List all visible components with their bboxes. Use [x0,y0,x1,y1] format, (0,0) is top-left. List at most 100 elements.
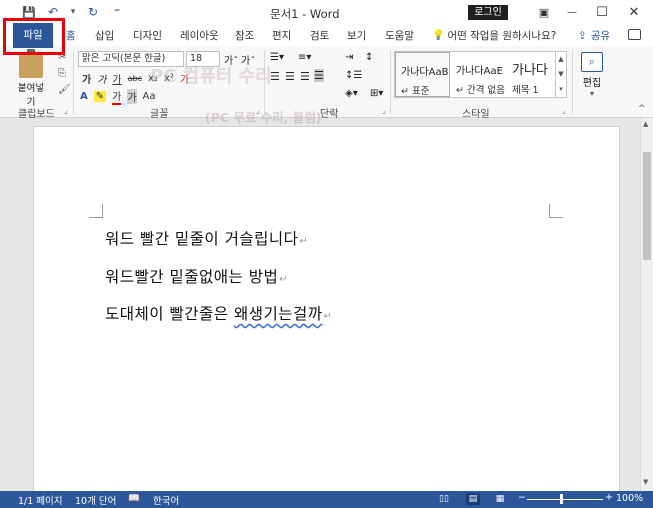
ribbon-tabs: 홈 삽입 디자인 레이아웃 참조 편지 검토 보기 도움말 💡 어떤 작업을 원… [0,26,653,46]
ribbon-display-options-icon[interactable]: ▣ [530,2,558,22]
shading-icon[interactable]: ◈▾ [345,88,358,99]
align-right-icon[interactable]: ☰ [300,70,310,83]
undo-dropdown-icon[interactable]: ▾ [70,5,76,19]
bold-button[interactable]: 가 [82,71,91,86]
zoom-level[interactable]: 100% [616,493,643,504]
minimize-button[interactable]: — [558,2,586,22]
word-count[interactable]: 10개 단어 [75,493,116,507]
web-layout-icon[interactable]: ▦ [493,493,507,505]
read-mode-icon[interactable]: ▯▯ [437,493,451,505]
style-sample: 가나다 [512,63,548,78]
tab-references[interactable]: 참조 [235,28,254,44]
search-icon: ⌕ [581,52,603,72]
zoom-out-button[interactable]: − [518,492,526,503]
document-line[interactable]: 워드 빨간 밑줄이 거슬립니다↵ [105,227,308,249]
print-layout-icon[interactable]: ▤ [466,493,480,505]
editing-button[interactable]: ⌕ 편집 ▾ [578,52,606,98]
vertical-scrollbar[interactable]: ▲ ▼ [640,118,653,491]
document-page[interactable]: 워드 빨간 밑줄이 거슬립니다↵ 워드빨간 밑줄없애는 방법↵ 도대체이 빨간줄… [33,126,620,496]
justify-icon[interactable]: ☰ [314,69,324,82]
page-count[interactable]: 1/1 페이지 [18,493,63,507]
share-button[interactable]: ⇪ 공유 [578,28,610,43]
line-text: 도대체이 빨간줄은 [105,305,234,323]
undo-icon[interactable]: ↶ [46,5,60,19]
redo-icon[interactable]: ↻ [86,5,100,19]
tab-design[interactable]: 디자인 [133,28,162,44]
borders-icon[interactable]: ⊞▾ [370,88,383,99]
styles-launcher-icon[interactable]: ⌟ [562,106,566,115]
document-line[interactable]: 워드빨간 밑줄없애는 방법↵ [105,265,288,287]
scrollbar-thumb[interactable] [643,152,651,260]
align-center-icon[interactable]: ☰ [285,70,295,83]
watermark-text: (PC 무료 수리, 블럼) [205,110,322,125]
zoom-in-button[interactable]: + [605,492,613,503]
collapse-ribbon-icon[interactable]: ^ [638,104,646,114]
sort-icon[interactable]: ↕ [365,52,373,63]
quick-access-toolbar: 💾 ↶ ▾ ↻ ⁼ [22,5,124,19]
line-spacing-icon[interactable]: ↕☰ [345,70,362,81]
language-indicator[interactable]: 한국어 [153,493,179,507]
bullets-icon[interactable]: ☰▾ [270,52,284,63]
strikethrough-button[interactable]: abc [128,74,142,83]
zoom-slider-thumb[interactable] [560,494,563,504]
file-tab-highlight-box [3,18,65,55]
style-normal[interactable]: 가나다AaB ↵ 표준 [395,52,450,97]
clipboard-icon [19,49,43,78]
scroll-down-icon[interactable]: ▼ [643,478,648,486]
ribbon: 붙여넣기 ✂ ⎘ 🖌 클립보드 ⌟ 맑은 고딕(본문 한글) 18 가ˆ 가ˇ … [0,46,653,120]
zoom-slider[interactable] [527,499,603,500]
style-name: ↵ 표준 [401,86,430,97]
login-button[interactable]: 로그인 [468,5,508,20]
close-button[interactable]: ✕ [620,2,648,22]
char-shading-icon[interactable]: 가 [127,89,137,104]
tab-home[interactable]: 홈 [66,28,76,44]
document-area: 워드 빨간 밑줄이 거슬립니다↵ 워드빨간 밑줄없애는 방법↵ 도대체이 빨간줄… [0,118,640,496]
font-color-row: A ✎ 가 가 Aa [80,88,156,105]
tab-insert[interactable]: 삽입 [95,28,114,44]
paste-button[interactable]: 붙여넣기 [14,49,48,108]
indent-icon[interactable]: ⇥ [345,52,353,63]
paragraph-launcher-icon[interactable]: ⌟ [382,106,386,115]
style-name: ↵ 간격 없음 [456,85,505,96]
paragraph-mark: ↵ [279,274,289,285]
numbering-icon[interactable]: ≡▾ [298,52,311,63]
watermark-logo: PC 컴퓨터 수리 [150,66,272,87]
grammar-marked-text[interactable]: 왜생기는걸까 [234,305,323,323]
style-sample: 가나다AaB [401,67,449,78]
styles-scroll[interactable]: ▲ ▼ ▾ [555,51,567,98]
style-no-spacing[interactable]: 가나다AaE ↵ 간격 없음 [451,52,506,97]
document-line[interactable]: 도대체이 빨간줄은 왜생기는걸까↵ [105,302,332,324]
style-sample: 가나다AaE [456,66,503,77]
comment-icon[interactable] [628,29,641,40]
margin-corner-mark [549,204,563,218]
tab-layout[interactable]: 레이아웃 [180,28,219,44]
copy-icon[interactable]: ⎘ [58,68,66,79]
italic-button[interactable]: 가 [97,71,106,86]
tell-me-label: 어떤 작업을 원하시나요? [447,30,557,42]
font-color-button[interactable]: 가 [112,88,122,105]
window-title: 문서1 - Word [270,7,340,21]
line-text: 워드 빨간 밑줄이 거슬립니다 [105,230,299,248]
highlight-icon[interactable]: ✎ [93,91,107,102]
clipboard-launcher-icon[interactable]: ⌟ [64,106,68,115]
tab-review[interactable]: 검토 [310,28,329,44]
status-bar: 1/1 페이지 10개 단어 📖 한국어 ▯▯ ▤ ▦ − + 100% [0,491,653,508]
tell-me-search[interactable]: 💡 어떤 작업을 원하시나요? [432,28,556,44]
title-bar: 💾 ↶ ▾ ↻ ⁼ 문서1 - Word 로그인 ▣ — ☐ ✕ [0,0,653,26]
change-case-button[interactable]: Aa [143,91,156,102]
tab-view[interactable]: 보기 [347,28,366,44]
maximize-button[interactable]: ☐ [588,2,616,22]
style-name: 제목 1 [512,85,539,96]
underline-button[interactable]: 가 [112,71,121,86]
proofing-icon[interactable]: 📖 [128,493,140,504]
text-effects-icon[interactable]: A [80,91,88,102]
tab-help[interactable]: 도움말 [385,28,414,44]
tab-mailings[interactable]: 편지 [272,28,291,44]
lightbulb-icon: 💡 [432,30,445,41]
format-painter-icon[interactable]: 🖌 [58,84,71,95]
scroll-up-icon[interactable]: ▲ [643,120,648,128]
style-heading-1[interactable]: 가나다 제목 1 [507,52,562,97]
save-icon[interactable]: 💾 [22,5,36,19]
customize-qat-icon[interactable]: ⁼ [110,5,124,19]
separator [73,50,74,114]
